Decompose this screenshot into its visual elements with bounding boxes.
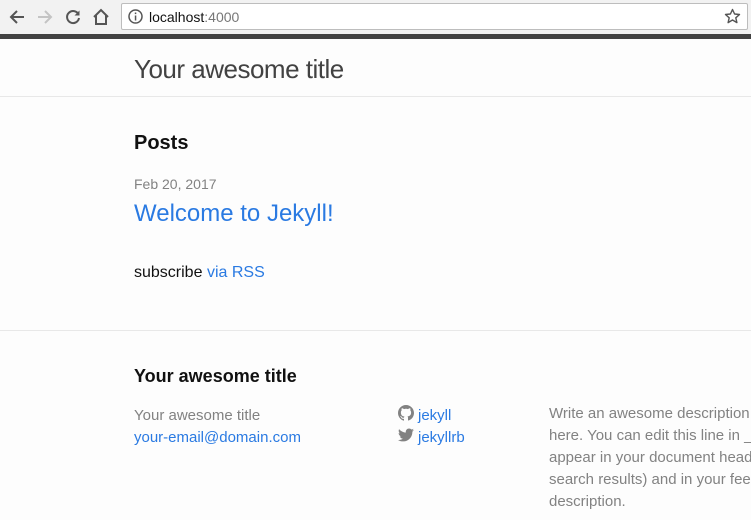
description-line: search results) and in your feed xyxy=(549,471,751,488)
home-icon[interactable] xyxy=(89,5,113,29)
url-port: :4000 xyxy=(204,9,240,25)
footer-email-link[interactable]: your-email@domain.com xyxy=(134,427,301,449)
footer-site-name: Your awesome title xyxy=(134,407,261,424)
footer-heading: Your awesome title xyxy=(134,366,297,386)
url-host: localhost xyxy=(149,9,205,25)
twitter-icon xyxy=(398,427,418,450)
rss-link[interactable]: via RSS xyxy=(207,264,265,281)
footer-description: Write an awesome description f here. You… xyxy=(549,403,751,513)
info-icon[interactable] xyxy=(127,8,144,25)
subscribe-line: subscribe via RSS xyxy=(134,263,265,283)
description-line: Write an awesome description f xyxy=(549,405,751,422)
footer-divider xyxy=(0,330,751,331)
github-username: jekyll xyxy=(418,407,452,424)
browser-toolbar: localhost:4000 xyxy=(0,0,751,34)
footer-contact-list: Your awesome title your-email@domain.com xyxy=(134,405,301,449)
subscribe-text: subscribe xyxy=(134,264,203,281)
description-line: description. xyxy=(549,493,626,510)
reload-icon[interactable] xyxy=(61,5,85,29)
description-line: appear in your document head xyxy=(549,449,751,466)
site-header: Your awesome title xyxy=(0,39,751,97)
site-title-link[interactable]: Your awesome title xyxy=(134,54,344,84)
forward-arrow-icon[interactable] xyxy=(33,5,57,29)
post-title-link[interactable]: Welcome to Jekyll! xyxy=(134,199,334,229)
github-icon xyxy=(398,404,418,428)
star-icon[interactable] xyxy=(724,8,741,25)
post-date: Feb 20, 2017 xyxy=(134,176,217,192)
address-bar[interactable]: localhost:4000 xyxy=(121,3,748,30)
twitter-link[interactable]: jekyllrb xyxy=(398,427,465,449)
url-text[interactable]: localhost:4000 xyxy=(149,9,239,25)
description-line: here. You can edit this line in _c xyxy=(549,427,751,444)
footer-social-list: jekyll jekyllrb xyxy=(398,404,465,449)
posts-heading: Posts xyxy=(134,132,189,154)
twitter-username: jekyllrb xyxy=(418,429,465,446)
back-arrow-icon[interactable] xyxy=(5,5,29,29)
github-link[interactable]: jekyll xyxy=(398,404,465,428)
